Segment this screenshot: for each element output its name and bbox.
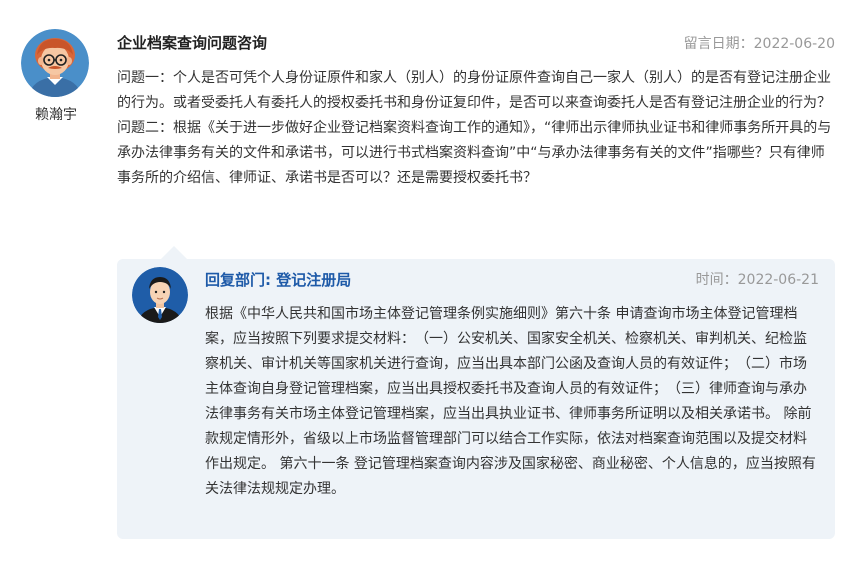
asker-name: 赖瀚宇 [35, 107, 77, 123]
reply-box: 回复部门: 登记注册局 时间：2022-06-21 根据《中华人民共和国市场主体… [117, 259, 835, 539]
user-avatar-icon [21, 29, 89, 97]
reply-date: 时间：2022-06-21 [695, 272, 819, 288]
question-paragraph-1: 问题一：个人是否可凭个人身份证原件和家人（别人）的身份证原件查询自己一家人（别人… [117, 70, 831, 111]
asker-avatar [21, 29, 89, 97]
reply-body: 根据《中华人民共和国市场主体登记管理条例实施细则》第六十条 申请查询市场主体登记… [205, 306, 816, 497]
question-body: 问题一：个人是否可凭个人身份证原件和家人（别人）的身份证原件查询自己一家人（别人… [117, 66, 833, 191]
reply-pointer [161, 246, 187, 259]
reply-department: 回复部门: 登记注册局 [205, 271, 352, 289]
question-date: 留言日期：2022-06-20 [683, 36, 835, 52]
reply-avatar [132, 267, 188, 323]
question-title: 企业档案查询问题咨询 [117, 34, 268, 52]
official-avatar-icon [132, 267, 188, 323]
message-page: 赖瀚宇 企业档案查询问题咨询 留言日期：2022-06-20 问题一：个人是否可… [0, 0, 845, 564]
question-paragraph-2: 问题二：根据《关于进一步做好企业登记档案资料查询工作的通知》，“律师出示律师执业… [117, 120, 832, 186]
